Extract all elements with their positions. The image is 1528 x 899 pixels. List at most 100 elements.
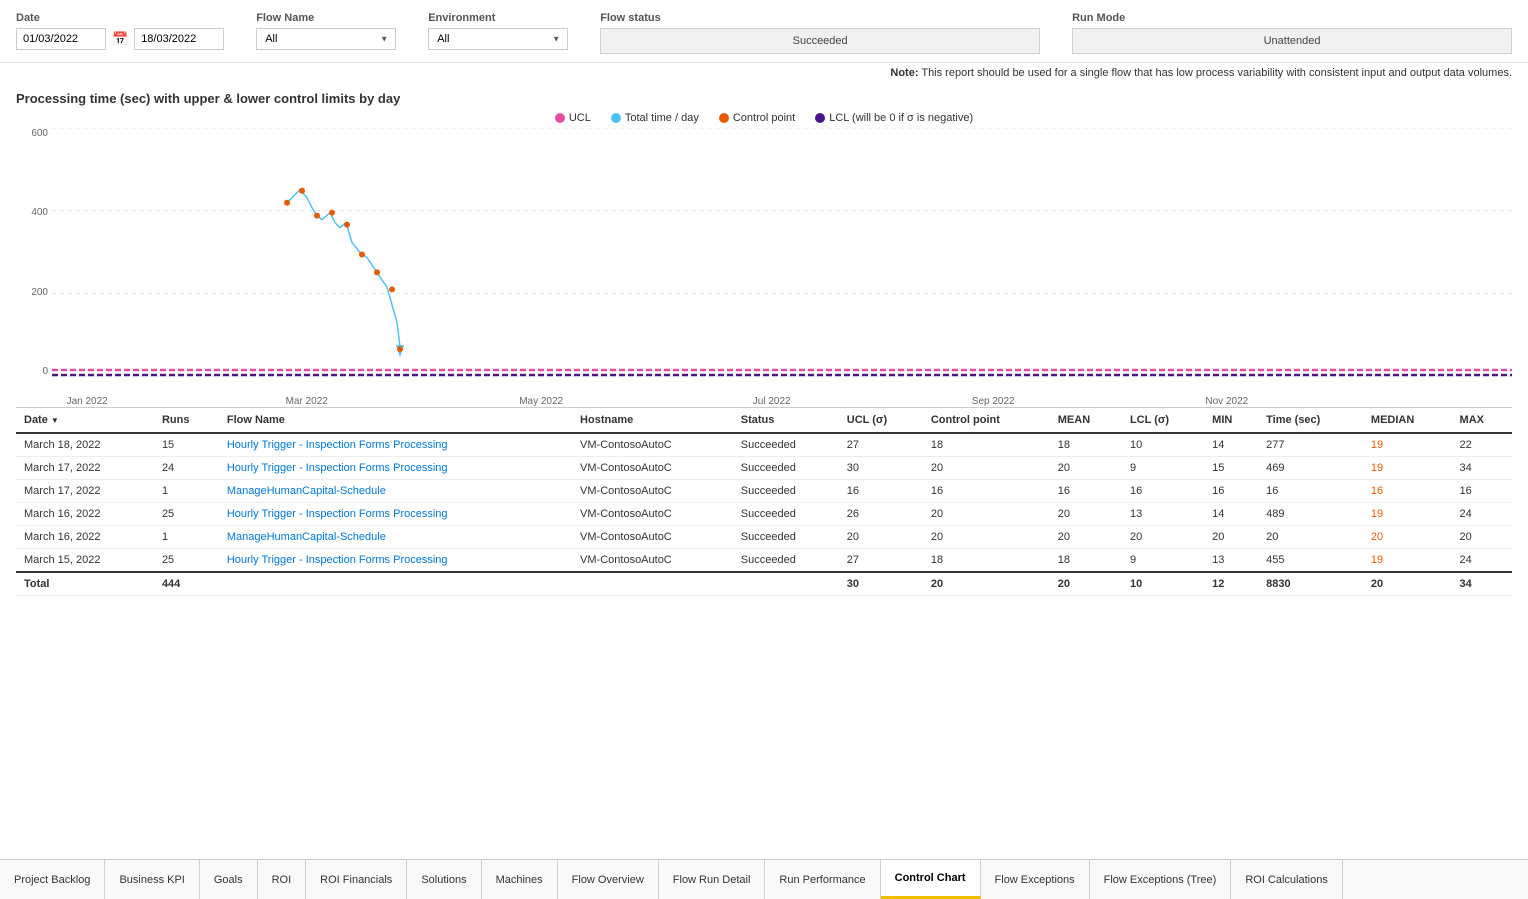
cell-flow-name[interactable]: ManageHumanCapital-Schedule	[219, 526, 572, 549]
flow-status-filter: Flow status Succeeded	[600, 12, 1040, 54]
flow-status-label: Flow status	[600, 12, 1040, 24]
y-label-600: 600	[16, 128, 52, 139]
tab-run-performance[interactable]: Run Performance	[765, 860, 880, 899]
cell-max: 22	[1452, 433, 1512, 457]
cell-runs: 25	[154, 549, 219, 573]
cell-time-sec: 455	[1258, 549, 1363, 573]
tab-control-chart[interactable]: Control Chart	[881, 860, 981, 899]
tab-roi-financials[interactable]: ROI Financials	[306, 860, 407, 899]
total-time-dot	[611, 113, 621, 123]
environment-select[interactable]: All	[428, 28, 568, 50]
table-row: March 18, 2022 15 Hourly Trigger - Inspe…	[16, 433, 1512, 457]
cell-status: Succeeded	[733, 526, 839, 549]
cell-status: Succeeded	[733, 480, 839, 503]
cell-hostname: VM-ContosoAutoC	[572, 480, 733, 503]
tab-goals[interactable]: Goals	[200, 860, 258, 899]
flow-name-select[interactable]: All	[256, 28, 396, 50]
cell-mean: 20	[1050, 526, 1122, 549]
cell-flow-name[interactable]: ManageHumanCapital-Schedule	[219, 480, 572, 503]
legend-lcl-label: LCL (will be 0 if σ is negative)	[829, 112, 973, 124]
date-label: Date	[16, 12, 224, 24]
date-filter: Date 📅	[16, 12, 224, 50]
th-status[interactable]: Status	[733, 408, 839, 433]
date-from-input[interactable]	[16, 28, 106, 50]
flow-status-button[interactable]: Succeeded	[600, 28, 1040, 54]
y-label-200: 200	[16, 287, 52, 298]
cell-max: 16	[1452, 480, 1512, 503]
cell-date: March 17, 2022	[16, 480, 154, 503]
th-lcl[interactable]: LCL (σ)	[1122, 408, 1204, 433]
cell-control-point: 18	[923, 549, 1050, 573]
cell-control-point: 20	[923, 503, 1050, 526]
cell-hostname: VM-ContosoAutoC	[572, 457, 733, 480]
x-axis: Jan 2022 Mar 2022 May 2022 Jul 2022 Sep …	[52, 377, 1512, 407]
run-mode-button[interactable]: Unattended	[1072, 28, 1512, 54]
th-runs[interactable]: Runs	[154, 408, 219, 433]
cell-flow-name[interactable]: Hourly Trigger - Inspection Forms Proces…	[219, 549, 572, 573]
tab-roi[interactable]: ROI	[258, 860, 307, 899]
cell-ucl: 26	[839, 503, 923, 526]
flow-name-filter: Flow Name All	[256, 12, 396, 50]
tab-flow-run-detail[interactable]: Flow Run Detail	[659, 860, 766, 899]
cell-min: 16	[1204, 480, 1258, 503]
cell-hostname: VM-ContosoAutoC	[572, 526, 733, 549]
y-label-0: 0	[16, 366, 52, 377]
total-time-sec: 8830	[1258, 572, 1363, 596]
cell-ucl: 20	[839, 526, 923, 549]
th-max[interactable]: MAX	[1452, 408, 1512, 433]
total-status	[733, 572, 839, 596]
chart-svg	[52, 128, 1512, 377]
ucl-dot	[555, 113, 565, 123]
th-median[interactable]: MEDIAN	[1363, 408, 1452, 433]
legend-ucl-label: UCL	[569, 112, 591, 124]
cell-control-point: 16	[923, 480, 1050, 503]
cell-flow-name[interactable]: Hourly Trigger - Inspection Forms Proces…	[219, 433, 572, 457]
legend-ucl: UCL	[555, 112, 591, 124]
total-min: 12	[1204, 572, 1258, 596]
data-table-container[interactable]: Date ▼ Runs Flow Name Hostname Status UC…	[16, 408, 1512, 718]
tab-solutions[interactable]: Solutions	[407, 860, 481, 899]
cell-lcl: 9	[1122, 549, 1204, 573]
environment-filter: Environment All	[428, 12, 568, 50]
th-flow-name[interactable]: Flow Name	[219, 408, 572, 433]
th-time-sec[interactable]: Time (sec)	[1258, 408, 1363, 433]
legend-total-time: Total time / day	[611, 112, 699, 124]
tab-machines[interactable]: Machines	[482, 860, 558, 899]
tab-project-backlog[interactable]: Project Backlog	[0, 860, 105, 899]
th-hostname[interactable]: Hostname	[572, 408, 733, 433]
th-date[interactable]: Date ▼	[16, 408, 154, 433]
th-min[interactable]: MIN	[1204, 408, 1258, 433]
th-ucl[interactable]: UCL (σ)	[839, 408, 923, 433]
cell-mean: 16	[1050, 480, 1122, 503]
tab-flow-exceptions[interactable]: Flow Exceptions	[981, 860, 1090, 899]
cell-flow-name[interactable]: Hourly Trigger - Inspection Forms Proces…	[219, 457, 572, 480]
cell-flow-name[interactable]: Hourly Trigger - Inspection Forms Proces…	[219, 503, 572, 526]
x-label-jan: Jan 2022	[67, 396, 108, 407]
cell-median: 19	[1363, 503, 1452, 526]
tab-business-kpi[interactable]: Business KPI	[105, 860, 199, 899]
chart-area: 600 400 200 0	[16, 128, 1512, 408]
th-mean[interactable]: MEAN	[1050, 408, 1122, 433]
date-to-input[interactable]	[134, 28, 224, 50]
tab-flow-overview[interactable]: Flow Overview	[558, 860, 659, 899]
cell-lcl: 20	[1122, 526, 1204, 549]
cell-control-point: 18	[923, 433, 1050, 457]
total-runs: 444	[154, 572, 219, 596]
cell-date: March 18, 2022	[16, 433, 154, 457]
calendar-icon[interactable]: 📅	[112, 31, 128, 47]
tab-flow-exceptions-tree[interactable]: Flow Exceptions (Tree)	[1090, 860, 1232, 899]
lcl-dot	[815, 113, 825, 123]
cell-lcl: 16	[1122, 480, 1204, 503]
cell-hostname: VM-ContosoAutoC	[572, 549, 733, 573]
table-total-row: Total 444 30 20 20 10 12 8830 20 34	[16, 572, 1512, 596]
cell-date: March 16, 2022	[16, 526, 154, 549]
cell-mean: 20	[1050, 503, 1122, 526]
legend-total-time-label: Total time / day	[625, 112, 699, 124]
table-row: March 16, 2022 1 ManageHumanCapital-Sche…	[16, 526, 1512, 549]
filter-bar: Date 📅 Flow Name All Environment All Flo…	[0, 0, 1528, 63]
th-control-point[interactable]: Control point	[923, 408, 1050, 433]
cell-min: 20	[1204, 526, 1258, 549]
total-flow	[219, 572, 572, 596]
cp-dot	[284, 200, 290, 206]
tab-roi-calculations[interactable]: ROI Calculations	[1231, 860, 1343, 899]
